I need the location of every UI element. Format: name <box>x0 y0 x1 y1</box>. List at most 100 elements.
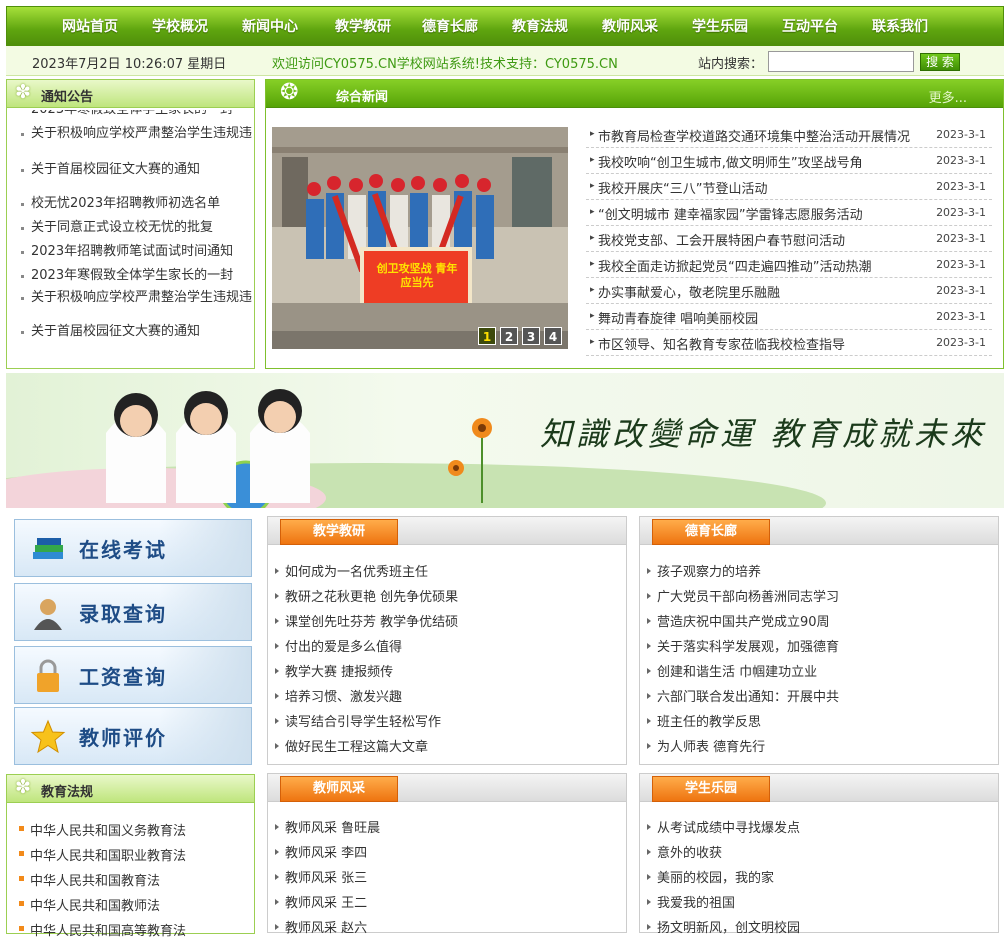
teacher-evaluation-button[interactable]: 教师评价 <box>14 707 252 765</box>
news-slideshow[interactable]: 创卫攻坚战 青年应当先 1 2 3 4 <box>272 127 568 349</box>
teacher-item[interactable]: 教师风采 王二 <box>274 892 367 911</box>
moral-header: 德育长廊 <box>640 517 998 545</box>
nav-home[interactable]: 网站首页 <box>47 7 133 47</box>
news-item-date: 2023-3-1 <box>936 206 986 219</box>
notice-item[interactable]: 关于积极响应学校严肃整治学生违规违 <box>21 290 253 306</box>
teaching-item[interactable]: 付出的爱是多么值得 <box>274 636 402 655</box>
nav-students[interactable]: 学生乐园 <box>677 7 763 47</box>
notice-panel: ✽ 通知公告 2023年寒假致全体学生家长的一封 关于积极响应学校严肃整治学生违… <box>6 79 255 369</box>
teacher-item[interactable]: 教师风采 赵六 <box>274 917 367 936</box>
student-item[interactable]: 从考试成绩中寻找爆发点 <box>646 817 800 836</box>
law-item[interactable]: 中华人民共和国教师法 <box>18 895 160 914</box>
moral-item[interactable]: 创建和谐生活 巾帼建功立业 <box>646 661 817 680</box>
bullet-icon: ▸ <box>590 181 595 191</box>
moral-item[interactable]: 六部门联合发出通知：开展中共 <box>646 686 839 705</box>
teaching-item[interactable]: 教研之花秋更艳 创先争优硕果 <box>274 586 458 605</box>
news-item[interactable]: ▸ 我校吹响“创卫生城市,做文明师生”攻坚战号角 2023-3-1 <box>586 148 992 174</box>
teaching-item[interactable]: 课堂创先吐芬芳 教学争优结硕 <box>274 611 458 630</box>
notice-list: 2023年寒假致全体学生家长的一封 关于积极响应学校严肃整治学生违规违 关于首届… <box>9 110 255 370</box>
teacher-item[interactable]: 教师风采 鲁旺晨 <box>274 817 380 836</box>
salary-query-label: 工资查询 <box>79 665 167 689</box>
slide-page-3[interactable]: 3 <box>522 327 540 345</box>
student-item[interactable]: 意外的收获 <box>646 842 722 861</box>
law-item[interactable]: 中华人民共和国教育法 <box>18 870 160 889</box>
news-item[interactable]: ▸ 市区领导、知名教育专家莅临我校检查指导 2023-3-1 <box>586 330 992 356</box>
news-item-date: 2023-3-1 <box>936 336 986 349</box>
moral-item[interactable]: 孩子观察力的培养 <box>646 561 761 580</box>
moral-item[interactable]: 为人师表 德育先行 <box>646 736 765 755</box>
notice-item[interactable]: 关于首届校园征文大赛的通知 <box>21 324 253 340</box>
notice-item[interactable]: 关于同意正式设立校无忧的批复 <box>21 220 253 236</box>
news-item-title: 我校党支部、工会开展特困户春节慰问活动 <box>598 234 846 249</box>
news-item-title: “创文明城市 建幸福家园”学雷锋志愿服务活动 <box>598 208 863 223</box>
slide-page-2[interactable]: 2 <box>500 327 518 345</box>
students-tab[interactable]: 学生乐园 <box>652 776 770 802</box>
notice-item[interactable]: 2023年招聘教师笔试面试时间通知 <box>21 244 253 260</box>
notice-item[interactable]: 关于积极响应学校严肃整治学生违规违 <box>21 126 253 142</box>
teachers-header: 教师风采 <box>268 774 626 802</box>
moral-tab[interactable]: 德育长廊 <box>652 519 770 545</box>
news-item[interactable]: ▸ 办实事献爱心，敬老院里乐融融 2023-3-1 <box>586 278 992 304</box>
notice-item[interactable]: 2023年寒假致全体学生家长的一封 <box>21 268 253 284</box>
teaching-item[interactable]: 教学大赛 捷报频传 <box>274 661 393 680</box>
teachers-tab[interactable]: 教师风采 <box>280 776 398 802</box>
teacher-item[interactable]: 教师风采 张三 <box>274 867 367 886</box>
news-item[interactable]: ▸ 我校党支部、工会开展特困户春节慰问活动 2023-3-1 <box>586 226 992 252</box>
nav-laws[interactable]: 教育法规 <box>497 7 583 47</box>
law-item[interactable]: 中华人民共和国义务教育法 <box>18 820 186 839</box>
banner-decoration <box>159 708 251 764</box>
teacher-evaluation-label: 教师评价 <box>79 726 167 750</box>
welcome-marquee: 欢迎访问CY0575.CN学校网站系统!技术支持：CY0575.CN <box>272 57 618 72</box>
slide-page-1[interactable]: 1 <box>478 327 496 345</box>
salary-query-button[interactable]: 工资查询 <box>14 646 252 704</box>
notice-item[interactable]: 校无忧2023年招聘教师初选名单 <box>21 196 253 212</box>
laws-title: 教育法规 <box>41 785 94 800</box>
moral-item[interactable]: 关于落实科学发展观，加强德育 <box>646 636 839 655</box>
slide-page-4[interactable]: 4 <box>544 327 562 345</box>
notice-item[interactable]: 关于首届校园征文大赛的通知 <box>21 162 253 178</box>
current-datetime: 2023年7月2日 10:26:07 星期日 <box>32 57 227 72</box>
slide-photo <box>272 127 568 349</box>
notice-item[interactable]: 2023年寒假致全体学生家长的一封 <box>31 110 253 118</box>
search-button[interactable]: 搜 索 <box>920 53 960 71</box>
news-item-title: 市区领导、知名教育专家莅临我校检查指导 <box>598 338 846 353</box>
news-item-title: 我校全面走访掀起党员“四走遍四推动”活动热潮 <box>598 260 872 275</box>
search-input[interactable] <box>768 51 914 72</box>
flower-icon: ✽ <box>15 81 31 103</box>
teacher-item[interactable]: 教师风采 李四 <box>274 842 367 861</box>
moral-item[interactable]: 班主任的教学反思 <box>646 711 761 730</box>
nav-teachers[interactable]: 教师风采 <box>587 7 673 47</box>
news-item-date: 2023-3-1 <box>936 128 986 141</box>
student-item[interactable]: 美丽的校园，我的家 <box>646 867 774 886</box>
nav-about[interactable]: 学校概况 <box>137 7 223 47</box>
bullet-icon: ▸ <box>590 337 595 347</box>
moral-item[interactable]: 广大党员干部向杨善洲同志学习 <box>646 586 839 605</box>
laws-header: ✽ 教育法规 <box>7 775 254 803</box>
nav-contact[interactable]: 联系我们 <box>857 7 943 47</box>
nav-interact[interactable]: 互动平台 <box>767 7 853 47</box>
nav-teaching[interactable]: 教学教研 <box>317 7 409 47</box>
student-item[interactable]: 我爱我的祖国 <box>646 892 735 911</box>
news-item[interactable]: ▸ 市教育局检查学校道路交通环境集中整治活动开展情况 2023-3-1 <box>586 122 992 148</box>
more-link[interactable]: 更多... <box>929 87 967 106</box>
teaching-item[interactable]: 如何成为一名优秀班主任 <box>274 561 428 580</box>
moral-item[interactable]: 营造庆祝中国共产党成立90周 <box>647 611 830 630</box>
admission-query-button[interactable]: 录取查询 <box>14 583 252 641</box>
bullet-icon: ▸ <box>590 207 595 217</box>
news-item[interactable]: ▸ 舞动青春旋律 唱响美丽校园 2023-3-1 <box>586 304 992 330</box>
books-icon <box>33 538 63 559</box>
news-item[interactable]: ▸ “创文明城市 建幸福家园”学雷锋志愿服务活动 2023-3-1 <box>586 200 992 226</box>
banner-decoration <box>159 584 251 640</box>
teaching-item[interactable]: 培养习惯、激发兴趣 <box>274 686 402 705</box>
teaching-item[interactable]: 做好民生工程这篇大文章 <box>274 736 428 755</box>
teaching-tab[interactable]: 教学教研 <box>280 519 398 545</box>
news-item[interactable]: ▸ 我校开展庆“三八”节登山活动 2023-3-1 <box>586 174 992 200</box>
nav-moral[interactable]: 德育长廊 <box>407 7 493 47</box>
student-item[interactable]: 扬文明新风，创文明校园 <box>646 917 800 936</box>
teaching-item[interactable]: 读写结合引导学生轻松写作 <box>274 711 441 730</box>
online-exam-button[interactable]: 在线考试 <box>14 519 252 577</box>
nav-news[interactable]: 新闻中心 <box>227 7 313 47</box>
flower-icon: ✽ <box>15 776 31 798</box>
law-item[interactable]: 中华人民共和国职业教育法 <box>18 845 186 864</box>
news-item[interactable]: ▸ 我校全面走访掀起党员“四走遍四推动”活动热潮 2023-3-1 <box>586 252 992 278</box>
